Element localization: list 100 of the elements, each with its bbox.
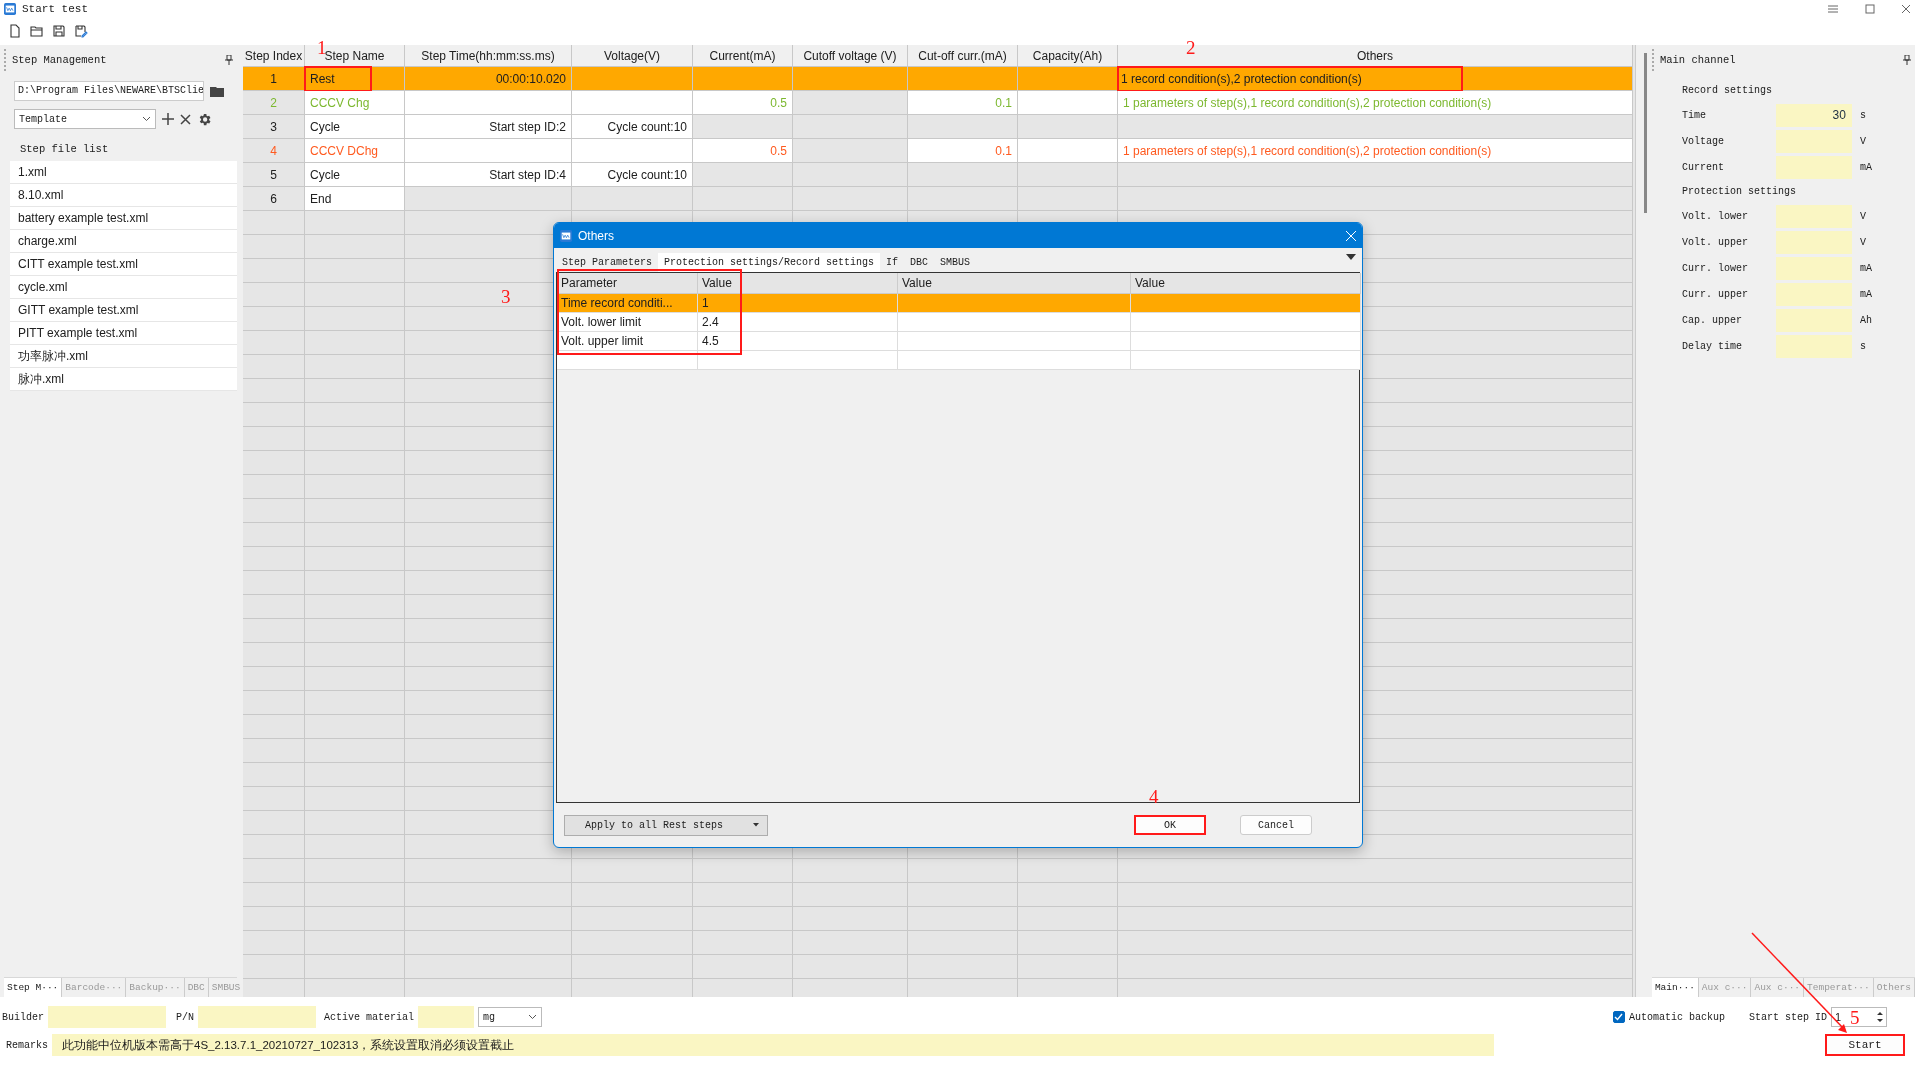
pin-icon[interactable]	[225, 55, 233, 65]
table-cell[interactable]	[1018, 91, 1118, 115]
table-cell[interactable]	[1018, 67, 1118, 91]
table-cell[interactable]: 4.5	[698, 332, 898, 351]
active-material-field[interactable]	[418, 1006, 475, 1028]
table-cell[interactable]	[908, 115, 1018, 139]
table-cell[interactable]: Cycle	[305, 115, 405, 139]
cancel-button[interactable]: Cancel	[1240, 815, 1312, 835]
table-cell[interactable]	[693, 115, 793, 139]
apply-dropdown-button[interactable]: Apply to all Rest steps	[564, 814, 768, 836]
table-cell[interactable]: End	[305, 187, 405, 211]
table-cell[interactable]	[898, 332, 1131, 351]
table-cell[interactable]	[693, 163, 793, 187]
path-field[interactable]: D:\Program Files\NEWARE\BTSClie	[14, 81, 204, 101]
pin-icon[interactable]	[1903, 55, 1911, 65]
table-cell[interactable]	[898, 313, 1131, 332]
table-cell[interactable]	[1018, 139, 1118, 163]
table-cell[interactable]	[405, 91, 572, 115]
table-cell[interactable]	[1131, 351, 1361, 370]
table-cell[interactable]	[1131, 313, 1361, 332]
save-icon[interactable]	[52, 24, 66, 38]
table-cell[interactable]: 6	[243, 187, 305, 211]
file-list-item[interactable]: 8.10.xml	[10, 184, 237, 207]
column-header[interactable]: Parameter	[557, 273, 698, 294]
column-header[interactable]: Step Index	[243, 45, 305, 67]
folder-icon[interactable]	[30, 24, 44, 38]
pn-field[interactable]	[198, 1006, 317, 1028]
table-cell[interactable]	[793, 91, 908, 115]
column-header[interactable]: Step Time(hh:mm:ss.ms)	[405, 45, 572, 67]
table-cell[interactable]	[898, 294, 1131, 313]
table-cell[interactable]: 1	[698, 294, 898, 313]
table-cell[interactable]	[793, 187, 908, 211]
file-list-item[interactable]: CITT example test.xml	[10, 253, 237, 276]
folder-icon[interactable]	[210, 84, 226, 98]
table-cell[interactable]	[1118, 115, 1633, 139]
panel-tab[interactable]: Step M···	[4, 978, 63, 997]
template-select[interactable]: Template	[14, 109, 156, 129]
value-field[interactable]	[1775, 230, 1852, 254]
table-cell[interactable]: Start step ID:4	[405, 163, 572, 187]
table-cell[interactable]	[1118, 163, 1633, 187]
table-cell[interactable]: Cycle count:10	[572, 115, 693, 139]
file-list-item[interactable]: 功率脉冲.xml	[10, 345, 237, 368]
add-icon[interactable]	[162, 113, 174, 125]
table-cell[interactable]	[898, 351, 1131, 370]
dialog-tab[interactable]: DBC	[904, 253, 935, 272]
column-header[interactable]: Value	[1131, 273, 1361, 294]
spinner-arrows-icon[interactable]	[1876, 1010, 1884, 1024]
table-cell[interactable]: Volt. upper limit	[557, 332, 698, 351]
table-cell[interactable]: Volt. lower limit	[557, 313, 698, 332]
checkbox[interactable]	[1612, 1011, 1625, 1023]
table-cell[interactable]	[1018, 115, 1118, 139]
table-cell[interactable]: 1	[243, 67, 305, 91]
file-list-item[interactable]: battery example test.xml	[10, 207, 237, 230]
table-cell[interactable]	[405, 139, 572, 163]
new-file-icon[interactable]	[8, 24, 22, 38]
table-cell[interactable]	[698, 351, 898, 370]
file-list-item[interactable]: PITT example test.xml	[10, 322, 237, 345]
scrollbar[interactable]	[1643, 53, 1647, 213]
table-cell[interactable]	[405, 187, 572, 211]
table-cell[interactable]	[908, 67, 1018, 91]
table-cell[interactable]	[1018, 163, 1118, 187]
table-cell[interactable]	[572, 91, 693, 115]
unit-select[interactable]: mg	[478, 1007, 543, 1027]
table-cell[interactable]: 3	[243, 115, 305, 139]
table-cell[interactable]	[1131, 332, 1361, 351]
table-cell[interactable]: 5	[243, 163, 305, 187]
table-cell[interactable]	[793, 139, 908, 163]
column-header[interactable]: Capacity(Ah)	[1018, 45, 1118, 67]
value-field[interactable]	[1775, 155, 1852, 179]
dialog-tab[interactable]: If	[880, 253, 905, 272]
table-cell[interactable]: Cycle	[305, 163, 405, 187]
table-cell[interactable]: 00:00:10.020	[405, 67, 572, 91]
value-field[interactable]	[1775, 204, 1852, 228]
table-cell[interactable]	[793, 67, 908, 91]
column-header[interactable]: Voltage(V)	[572, 45, 693, 67]
table-cell[interactable]	[1131, 294, 1361, 313]
dialog-tab[interactable]: SMBUS	[934, 253, 977, 272]
column-header[interactable]: Cutoff voltage (V)	[793, 45, 908, 67]
column-header[interactable]: Value	[698, 273, 898, 294]
value-field[interactable]	[1775, 334, 1852, 358]
value-field[interactable]	[1775, 129, 1852, 153]
maximize-icon[interactable]	[1865, 3, 1875, 14]
panel-tab[interactable]: Main···	[1651, 978, 1699, 997]
value-field[interactable]	[1775, 256, 1852, 280]
delete-icon[interactable]	[180, 113, 191, 125]
file-list-item[interactable]: 1.xml	[10, 161, 237, 184]
table-cell[interactable]	[572, 139, 693, 163]
table-cell[interactable]	[908, 163, 1018, 187]
table-cell[interactable]	[793, 163, 908, 187]
file-list-item[interactable]: GITT example test.xml	[10, 299, 237, 322]
save-as-icon[interactable]	[74, 24, 88, 38]
table-cell[interactable]	[793, 115, 908, 139]
table-cell[interactable]: Start step ID:2	[405, 115, 572, 139]
table-cell[interactable]: Cycle count:10	[572, 163, 693, 187]
value-field[interactable]: 30	[1775, 103, 1852, 127]
menu-icon[interactable]	[1827, 3, 1839, 14]
file-list-item[interactable]: charge.xml	[10, 230, 237, 253]
dialog-tab[interactable]: Step Parameters	[556, 253, 658, 272]
value-field[interactable]	[1775, 308, 1852, 332]
column-header[interactable]: Cut-off curr.(mA)	[908, 45, 1018, 67]
